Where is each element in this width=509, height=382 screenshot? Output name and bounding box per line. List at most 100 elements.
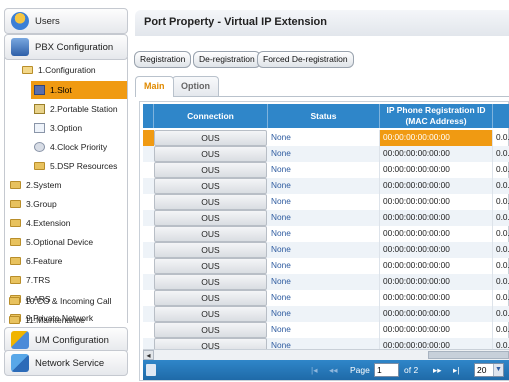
table-row[interactable]: OUS None 00:00:00:00:00:00 0.0. <box>143 274 509 290</box>
table-row[interactable]: OUS None 00:00:00:00:00:00 0.0. <box>143 290 509 306</box>
page-number-input[interactable]: 1 <box>374 363 399 377</box>
tree-item-co-incoming-call[interactable]: 10.CO & Incoming Call <box>9 292 111 310</box>
portable-station-icon <box>34 104 45 114</box>
tree-item-portable-station[interactable]: 2.Portable Station <box>34 100 118 118</box>
export-icon[interactable] <box>146 364 156 376</box>
first-page-icon[interactable]: |◂ <box>311 365 317 376</box>
page-title: Port Property - Virtual IP Extension <box>135 10 509 36</box>
status-cell: None <box>268 290 380 306</box>
page-label: Page <box>350 365 370 375</box>
status-cell: None <box>268 194 380 210</box>
pager-toolbar: |◂ ◂◂ Page 1 of 2 ▸▸ ▸| 20 ▼ <box>143 360 509 380</box>
sidebar-header-users[interactable]: Users <box>4 8 128 34</box>
connection-cell[interactable]: OUS <box>154 274 267 290</box>
mac-address-cell[interactable]: 00:00:00:00:00:00 <box>380 226 493 242</box>
tree-item-clock-priority[interactable]: 4.Clock Priority <box>34 138 107 156</box>
connection-cell[interactable]: OUS <box>154 306 267 322</box>
mac-address-cell[interactable]: 00:00:00:00:00:00 <box>380 178 493 194</box>
network-service-label: Network Service <box>35 357 105 369</box>
table-row[interactable]: OUS None 00:00:00:00:00:00 0.0. <box>143 146 509 162</box>
next-page-icon[interactable]: ▸▸ <box>433 365 442 376</box>
chevron-down-icon[interactable]: ▼ <box>493 364 503 376</box>
connection-cell[interactable]: OUS <box>154 194 267 210</box>
tree-item-configuration[interactable]: 1.Configuration <box>22 61 127 79</box>
scrollbar-thumb[interactable] <box>428 351 509 359</box>
tab-main[interactable]: Main <box>135 76 174 97</box>
mac-address-cell[interactable]: 00:00:00:00:00:00 <box>380 258 493 274</box>
table-row[interactable]: OUS None 00:00:00:00:00:00 0.0. <box>143 258 509 274</box>
tree-item-extension[interactable]: 4.Extension <box>10 214 70 232</box>
ip-address-cell: 0.0. <box>496 308 509 318</box>
status-cell: None <box>268 226 380 242</box>
status-cell: None <box>268 274 380 290</box>
table-row[interactable]: OUS None 00:00:00:00:00:00 0.0. <box>143 242 509 258</box>
table-row[interactable]: OUS None 00:00:00:00:00:00 0.0. <box>143 194 509 210</box>
connection-cell[interactable]: OUS <box>154 226 267 242</box>
table-row[interactable]: OUS None 00:00:00:00:00:00 0.0. <box>143 306 509 322</box>
page-size-select[interactable]: 20 ▼ <box>474 363 504 377</box>
connection-cell[interactable]: OUS <box>154 146 267 162</box>
tree-item-system[interactable]: 2.System <box>10 176 61 194</box>
pbx-config-icon <box>11 38 29 56</box>
table-row[interactable]: OUS None 00:00:00:00:00:00 0.0. <box>143 210 509 226</box>
table-row[interactable]: OUS None 00:00:00:00:00:00 0.0. <box>143 178 509 194</box>
table-row[interactable]: OUS None 00:00:00:00:00:00 0.0. <box>143 130 509 146</box>
tab-option[interactable]: Option <box>172 76 219 96</box>
connection-cell[interactable]: OUS <box>154 178 267 194</box>
table-row[interactable]: OUS None 00:00:00:00:00:00 0.0. <box>143 162 509 178</box>
row-selection-marker <box>143 130 154 146</box>
column-header-mac-address[interactable]: IP Phone Registration ID (MAC Address) <box>380 104 493 128</box>
horizontal-scrollbar[interactable]: ◂ <box>143 349 509 360</box>
connection-cell[interactable]: OUS <box>154 322 267 338</box>
sidebar-header-network-service[interactable]: Network Service <box>4 350 128 376</box>
mac-address-cell[interactable]: 00:00:00:00:00:00 <box>380 146 493 162</box>
tree-item-dsp-resources[interactable]: 5.DSP Resources <box>34 157 117 175</box>
mac-address-cell[interactable]: 00:00:00:00:00:00 <box>380 290 493 306</box>
page-size-value: 20 <box>477 365 487 375</box>
last-page-icon[interactable]: ▸| <box>453 365 459 376</box>
table-row[interactable]: OUS None 00:00:00:00:00:00 0.0. <box>143 322 509 338</box>
connection-cell[interactable]: OUS <box>154 162 267 178</box>
connection-cell[interactable]: OUS <box>154 258 267 274</box>
tree-item-label: 1.Configuration <box>38 65 96 75</box>
connection-cell[interactable]: OUS <box>154 242 267 258</box>
mac-address-cell[interactable]: 00:00:00:00:00:00 <box>380 130 493 146</box>
column-header-ip-address[interactable] <box>493 104 509 128</box>
forced-deregistration-button[interactable]: Forced De-registration <box>257 51 354 68</box>
tree-item-trs[interactable]: 7.TRS <box>10 271 50 289</box>
prev-page-icon[interactable]: ◂◂ <box>329 365 338 376</box>
ip-address-cell: 0.0. <box>496 180 509 190</box>
table-row[interactable]: OUS None 00:00:00:00:00:00 0.0. <box>143 226 509 242</box>
folder-open-icon <box>22 66 33 74</box>
mac-address-cell[interactable]: 00:00:00:00:00:00 <box>380 274 493 290</box>
connection-cell[interactable]: OUS <box>154 130 267 146</box>
tree-item-slot[interactable]: 1.Slot <box>31 81 127 99</box>
mac-address-cell[interactable]: 00:00:00:00:00:00 <box>380 210 493 226</box>
registration-button[interactable]: Registration <box>134 51 192 68</box>
folder-icon <box>10 200 21 208</box>
tree-item-label: 3.Option <box>50 123 83 133</box>
ip-address-cell: 0.0. <box>496 228 509 238</box>
column-header-status[interactable]: Status <box>268 104 380 128</box>
sidebar: Users PBX Configuration 1.Configuration … <box>0 0 132 382</box>
tree-item-label: 5.DSP Resources <box>50 161 118 171</box>
connection-cell[interactable]: OUS <box>154 210 267 226</box>
folder-icon <box>34 162 45 170</box>
tree-item-option[interactable]: 3.Option <box>34 119 82 137</box>
network-service-icon <box>11 354 29 372</box>
pbx-config-label: PBX Configuration <box>35 41 114 53</box>
column-header-connection[interactable]: Connection <box>154 104 268 128</box>
mac-address-cell[interactable]: 00:00:00:00:00:00 <box>380 194 493 210</box>
folder-icon <box>10 257 21 265</box>
deregistration-button[interactable]: De-registration <box>193 51 261 68</box>
mac-address-cell[interactable]: 00:00:00:00:00:00 <box>380 162 493 178</box>
tree-item-feature[interactable]: 6.Feature <box>10 252 62 270</box>
mac-address-cell[interactable]: 00:00:00:00:00:00 <box>380 242 493 258</box>
connection-cell[interactable]: OUS <box>154 290 267 306</box>
tree-item-optional-device[interactable]: 5.Optional Device <box>10 233 93 251</box>
tree-item-group[interactable]: 3.Group <box>10 195 57 213</box>
mac-address-cell[interactable]: 00:00:00:00:00:00 <box>380 322 493 338</box>
scroll-left-icon[interactable]: ◂ <box>143 350 154 360</box>
tree-item-label: 11.Maintenance <box>25 315 85 325</box>
mac-address-cell[interactable]: 00:00:00:00:00:00 <box>380 306 493 322</box>
